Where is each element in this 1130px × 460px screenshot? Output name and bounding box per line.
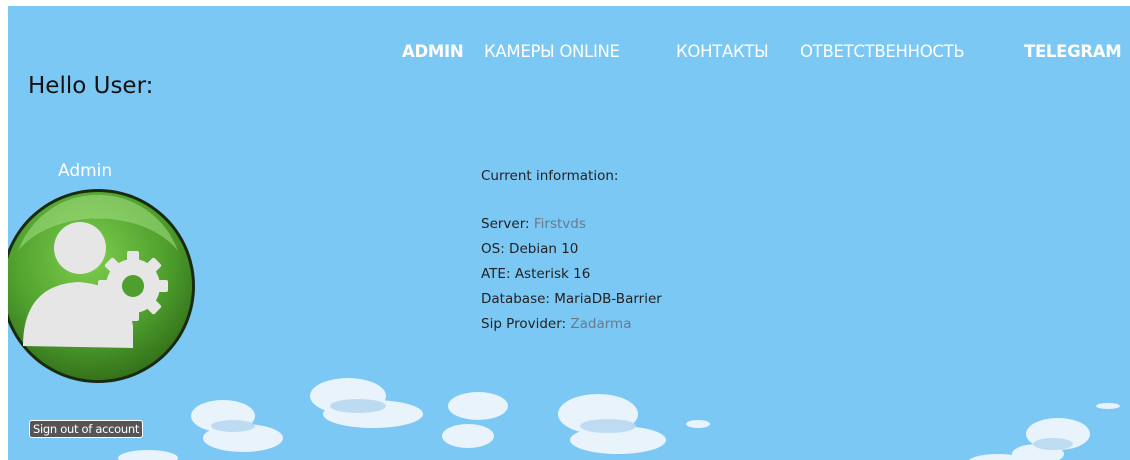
info-label-database: Database: bbox=[481, 291, 555, 307]
nav-item-responsibility[interactable]: ОТВЕТСТВЕННОСТЬ bbox=[800, 42, 965, 61]
info-value-ate: Asterisk 16 bbox=[514, 266, 591, 282]
admin-settings-icon bbox=[8, 189, 195, 383]
info-label-ate: ATE: bbox=[481, 266, 515, 282]
info-row-ate: ATE: Asterisk 16 bbox=[481, 262, 662, 287]
current-info-panel: Current information: Server: Firstvds OS… bbox=[481, 168, 662, 337]
info-label-server: Server: bbox=[481, 216, 534, 232]
info-row-server: Server: Firstvds bbox=[481, 212, 662, 237]
page-frame: ADMIN КАМЕРЫ ONLINE КОНТАКТЫ ОТВЕТСТВЕНН… bbox=[8, 6, 1130, 460]
info-row-sip-provider: Sip Provider: Zadarma bbox=[481, 312, 662, 337]
nav-item-contacts[interactable]: КОНТАКТЫ bbox=[676, 42, 769, 61]
info-value-sip-provider-link[interactable]: Zadarma bbox=[570, 316, 631, 332]
nav-item-admin[interactable]: ADMIN bbox=[402, 42, 464, 61]
info-value-server-link[interactable]: Firstvds bbox=[534, 216, 586, 232]
info-title: Current information: bbox=[481, 168, 619, 184]
info-row-os: OS: Debian 10 bbox=[481, 237, 662, 262]
info-label-sip-provider: Sip Provider: bbox=[481, 316, 571, 332]
info-label-os: OS: bbox=[481, 241, 510, 257]
top-nav: ADMIN КАМЕРЫ ONLINE КОНТАКТЫ ОТВЕТСТВЕНН… bbox=[8, 42, 1130, 72]
info-value-database: MariaDB-Barrier bbox=[554, 291, 662, 307]
nav-item-telegram[interactable]: TELEGRAM bbox=[1024, 42, 1122, 61]
clouds-decoration bbox=[118, 378, 1120, 460]
nav-item-cameras-label: КАМЕРЫ ONLINE bbox=[484, 42, 620, 61]
info-value-os: Debian 10 bbox=[509, 241, 579, 257]
info-row-database: Database: MariaDB-Barrier bbox=[481, 287, 662, 312]
user-role-label: Admin bbox=[58, 161, 113, 181]
greeting-heading: Hello User: bbox=[28, 73, 154, 99]
nav-item-cameras-online[interactable]: КАМЕРЫ ONLINE bbox=[484, 42, 620, 61]
